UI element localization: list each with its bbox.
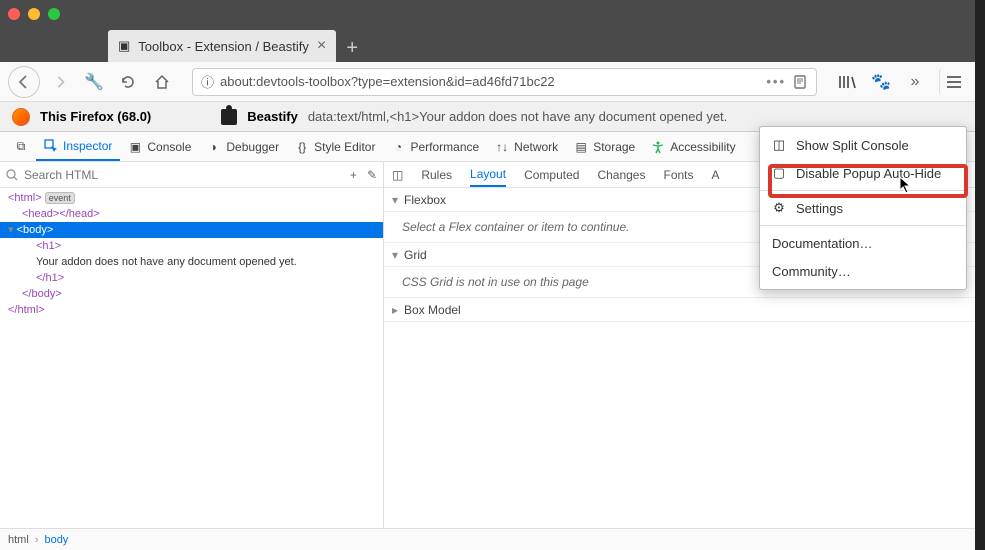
subtab-animations[interactable]: A	[712, 168, 720, 182]
forward-button[interactable]	[46, 68, 74, 96]
add-node-button[interactable]: +	[350, 168, 357, 182]
url-bar[interactable]: ⓘ about:devtools-toolbox?type=extension&…	[192, 68, 817, 96]
reload-button[interactable]	[114, 68, 142, 96]
library-icon[interactable]	[833, 68, 861, 96]
tool-style-editor[interactable]: {}Style Editor	[287, 132, 383, 161]
overflow-icon[interactable]: »	[901, 68, 929, 96]
subtab-computed[interactable]: Computed	[524, 168, 579, 182]
tool-performance[interactable]: ◔Performance	[383, 132, 487, 161]
menu-disable-popup-autohide[interactable]: ▢Disable Popup Auto-Hide	[760, 159, 966, 187]
menu-settings[interactable]: ⚙Settings	[760, 194, 966, 222]
extension-icon	[221, 109, 237, 125]
selected-node-body[interactable]: ▾ <body>	[0, 222, 383, 238]
minimize-window-button[interactable]	[28, 8, 40, 20]
firefox-label: This Firefox (68.0)	[40, 109, 151, 124]
mouse-cursor-icon	[899, 176, 913, 194]
firefox-icon	[12, 108, 30, 126]
subtab-changes[interactable]: Changes	[597, 168, 645, 182]
close-window-button[interactable]	[8, 8, 20, 20]
gear-icon: ⚙	[772, 200, 786, 216]
tab-title: Toolbox - Extension / Beastify	[138, 39, 309, 54]
menu-separator	[760, 225, 966, 226]
extension-name: Beastify	[247, 109, 298, 124]
html-search-row: + ✎	[0, 162, 383, 188]
search-icon	[6, 169, 18, 181]
tool-network[interactable]: ↑↓Network	[487, 132, 566, 161]
a11y-icon	[651, 140, 665, 154]
tool-debugger[interactable]: ◗Debugger	[199, 132, 287, 161]
paw-icon[interactable]: 🐾	[867, 68, 895, 96]
section-boxmodel[interactable]: ▸Box Model	[384, 298, 975, 322]
dock-button[interactable]: ⧉	[6, 132, 36, 161]
tab-close-button[interactable]: ×	[317, 37, 326, 55]
tab-icon: ▣	[118, 38, 130, 54]
popup-icon: ▢	[772, 165, 786, 181]
tool-storage[interactable]: ▤Storage	[566, 132, 643, 161]
window-titlebar	[0, 0, 975, 28]
subtab-fonts[interactable]: Fonts	[663, 168, 693, 182]
dom-tree[interactable]: <html> event <head></head> ▾ <body> <h1>…	[0, 188, 383, 528]
devtools-menu-popup: ◫Show Split Console ▢Disable Popup Auto-…	[759, 126, 967, 290]
breadcrumb: html › body	[0, 528, 975, 550]
menu-documentation[interactable]: Documentation…	[760, 229, 966, 257]
toggle-3pane-icon[interactable]: ◫	[392, 168, 403, 182]
subtab-layout[interactable]: Layout	[470, 162, 506, 187]
browser-tab[interactable]: ▣ Toolbox - Extension / Beastify ×	[108, 30, 336, 62]
url-text: about:devtools-toolbox?type=extension&id…	[220, 74, 555, 89]
page-actions-icon[interactable]: •••	[766, 74, 786, 89]
extension-info: data:text/html,<h1>Your addon does not h…	[308, 109, 727, 124]
tool-accessibility[interactable]: Accessibility	[643, 132, 743, 161]
menu-split-console[interactable]: ◫Show Split Console	[760, 131, 966, 159]
new-tab-button[interactable]: +	[336, 34, 368, 62]
eyedropper-button[interactable]: ✎	[367, 168, 377, 182]
crumb-body[interactable]: body	[44, 534, 68, 546]
browser-tabstrip: ▣ Toolbox - Extension / Beastify × +	[0, 28, 975, 62]
inspector-icon	[44, 139, 58, 153]
tool-inspector[interactable]: Inspector	[36, 132, 120, 161]
crumb-separator-icon: ›	[35, 534, 39, 546]
info-icon: ⓘ	[201, 72, 214, 91]
navbar: 🔧 ⓘ about:devtools-toolbox?type=extensio…	[0, 62, 975, 102]
markup-panel: + ✎ <html> event <head></head> ▾ <body> …	[0, 162, 384, 528]
html-search-input[interactable]	[24, 168, 344, 182]
hamburger-menu-button[interactable]	[939, 68, 967, 96]
maximize-window-button[interactable]	[48, 8, 60, 20]
back-button[interactable]	[8, 66, 40, 98]
home-button[interactable]	[148, 68, 176, 96]
crumb-html[interactable]: html	[8, 534, 29, 546]
menu-community[interactable]: Community…	[760, 257, 966, 285]
subtab-rules[interactable]: Rules	[421, 168, 452, 182]
split-console-icon: ◫	[772, 137, 786, 153]
devtools-button[interactable]: 🔧	[80, 68, 108, 96]
tool-console[interactable]: ▣Console	[120, 132, 199, 161]
menu-separator	[760, 190, 966, 191]
reader-mode-icon[interactable]	[792, 74, 808, 90]
